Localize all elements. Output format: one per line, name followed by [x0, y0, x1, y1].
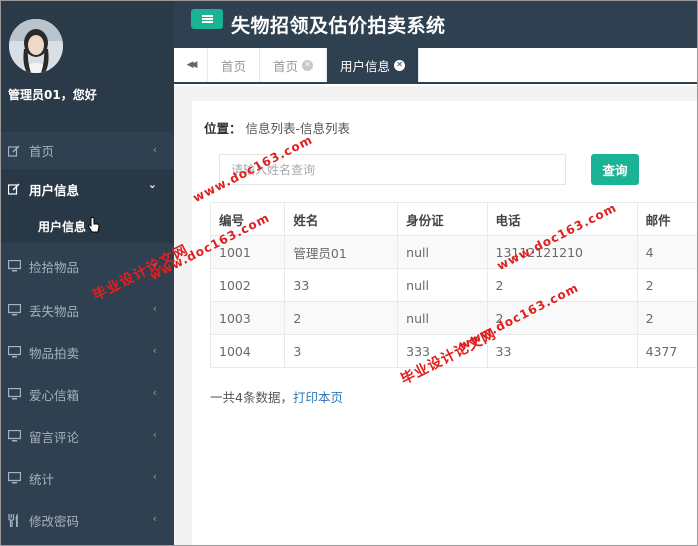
record-count: 一共4条数据，打印本页 [210, 390, 343, 405]
table-cell: 1003 [209, 301, 286, 335]
sidebar-item-label: 统计 [29, 471, 55, 487]
column-header: 编号 [209, 202, 286, 236]
table-cell: 2 [636, 268, 697, 302]
sidebar-item-statistics[interactable]: 统计 ‹ [1, 457, 174, 499]
monitor-icon [7, 387, 21, 401]
column-header: 电话 [486, 202, 638, 236]
sidebar-item-label: 留言评论 [29, 429, 80, 445]
sidebar-item-label: 用户信息 [29, 182, 80, 198]
top-bar: 失物招领及估价拍卖系统 [174, 1, 697, 48]
chevron-left-icon: ‹ [152, 258, 157, 271]
sidebar: 管理员01，您好 首页 ‹ 用户信息 ⌄ 用户信息 捡拾物品 ‹ 丢失物品 ‹ … [1, 1, 174, 545]
table-row[interactable]: 1002 33 null 2 2 [209, 268, 697, 302]
table-cell: null [397, 268, 488, 302]
hand-cursor-icon [88, 216, 100, 236]
table-cell: 1001 [209, 235, 286, 269]
chevron-left-icon: ‹ [152, 470, 157, 483]
table-cell: 2 [284, 301, 399, 335]
list-panel: 位置： 信息列表-信息列表 查询 编号 姓名 身份证 电话 邮件 [192, 101, 697, 545]
sidebar-item-mailbox[interactable]: 爱心信箱 ‹ [1, 373, 174, 415]
search-button[interactable]: 查询 [591, 154, 639, 185]
table-cell: 2 [486, 268, 638, 302]
table-cell: 4377 [636, 334, 697, 368]
breadcrumb: 位置： 信息列表-信息列表 [204, 121, 351, 136]
chevron-left-icon: ‹ [152, 302, 157, 315]
hamburger-icon [201, 18, 213, 20]
table-cell: 33 [486, 334, 638, 368]
monitor-icon [7, 303, 21, 317]
table-cell: 3 [284, 334, 399, 368]
table-row[interactable]: 1004 3 333 33 4377 [209, 334, 697, 368]
table-header-row: 编号 姓名 身份证 电话 邮件 [209, 202, 697, 236]
profile-block: 管理员01，您好 [1, 1, 174, 132]
column-header: 身份证 [397, 202, 488, 236]
edit-icon [7, 182, 21, 196]
table-cell: 333 [397, 334, 488, 368]
tab-user-info[interactable]: 用户信息 ✕ [327, 48, 420, 82]
welcome-text: 管理员01，您好 [8, 88, 97, 102]
column-header: 姓名 [284, 202, 399, 236]
table-cell: 1004 [209, 334, 286, 368]
close-icon[interactable]: ✕ [394, 59, 406, 71]
close-icon[interactable]: ✕ [302, 59, 314, 71]
table-cell: 2 [486, 301, 638, 335]
sidebar-item-label: 首页 [29, 144, 55, 159]
sidebar-nav: 首页 ‹ 用户信息 ⌄ 用户信息 捡拾物品 ‹ 丢失物品 ‹ 物品拍卖 ‹ 爱心… [1, 132, 174, 541]
table-cell: null [397, 235, 488, 269]
table-cell: 2 [636, 301, 697, 335]
table-cell: 1002 [209, 268, 286, 302]
sidebar-item-label: 爱心信箱 [29, 387, 80, 403]
sidebar-item-label: 修改密码 [29, 513, 80, 529]
table-cell: 管理员01 [284, 235, 399, 269]
double-chevron-left-icon: ◀◀ [186, 60, 198, 70]
table-cell: 33 [284, 268, 399, 302]
sidebar-item-home[interactable]: 首页 ‹ [1, 132, 174, 169]
tab-bar: ◀◀ 首页 首页 ✕ 用户信息 ✕ [174, 48, 697, 84]
tab-home[interactable]: 首页 [208, 48, 261, 82]
chevron-left-icon: ‹ [152, 512, 157, 525]
content-area: 位置： 信息列表-信息列表 查询 编号 姓名 身份证 电话 邮件 [174, 86, 697, 545]
monitor-icon [7, 259, 21, 273]
table-cell: 4 [636, 235, 697, 269]
sidebar-item-change-password[interactable]: 修改密码 ‹ [1, 499, 174, 541]
sidebar-item-label: 捡拾物品 [29, 259, 80, 275]
cutlery-icon [7, 513, 21, 527]
sidebar-item-label: 物品拍卖 [29, 345, 80, 361]
app-title: 失物招领及估价拍卖系统 [231, 15, 446, 37]
sidebar-item-lost-items[interactable]: 丢失物品 ‹ [1, 289, 174, 331]
sidebar-item-user-info[interactable]: 用户信息 ⌄ [1, 169, 174, 209]
sidebar-subitem-user-info[interactable]: 用户信息 [1, 209, 174, 243]
sidebar-item-comments[interactable]: 留言评论 ‹ [1, 415, 174, 457]
table-row[interactable]: 1003 2 null 2 2 [209, 301, 697, 335]
edit-icon [7, 144, 21, 158]
table-row[interactable]: 1001 管理员01 null 13112121210 4 [209, 235, 697, 269]
avatar[interactable] [9, 19, 63, 73]
chevron-left-icon: ‹ [152, 143, 157, 156]
chevron-down-icon: ⌄ [147, 178, 157, 191]
monitor-icon [7, 429, 21, 443]
tab-home-2[interactable]: 首页 ✕ [260, 48, 328, 82]
monitor-icon [7, 471, 21, 485]
chevron-left-icon: ‹ [152, 386, 157, 399]
sidebar-item-label: 丢失物品 [29, 303, 80, 319]
monitor-icon [7, 345, 21, 359]
sidebar-item-auction[interactable]: 物品拍卖 ‹ [1, 331, 174, 373]
app-window: 管理员01，您好 首页 ‹ 用户信息 ⌄ 用户信息 捡拾物品 ‹ 丢失物品 ‹ … [0, 0, 698, 546]
table-cell: 13112121210 [486, 235, 638, 269]
sidebar-item-found-items[interactable]: 捡拾物品 ‹ [1, 243, 174, 289]
table-cell: null [397, 301, 488, 335]
tab-scroll-left-button[interactable]: ◀◀ [174, 48, 208, 82]
chevron-left-icon: ‹ [152, 344, 157, 357]
search-input[interactable] [219, 154, 566, 185]
column-header: 邮件 [636, 202, 697, 236]
print-page-link[interactable]: 打印本页 [293, 390, 343, 405]
chevron-left-icon: ‹ [152, 428, 157, 441]
user-table: 编号 姓名 身份证 电话 邮件 1001 管理员01 null 13112121… [209, 202, 697, 368]
menu-toggle-button[interactable] [191, 9, 223, 29]
